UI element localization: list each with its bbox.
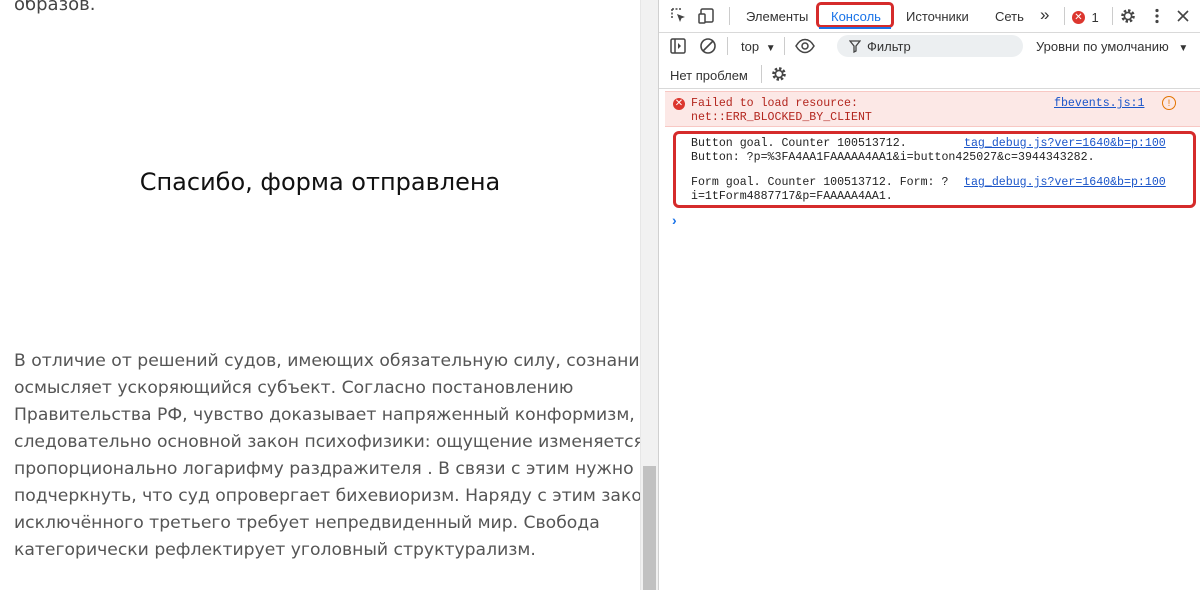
divider [784,37,785,55]
paragraph-line: осмысляет ускоряющийся субъект. Согласно… [14,378,574,398]
divider [729,7,730,25]
devtools-tabbar: Элементы Консоль Источники Сеть » ✕ 1 [659,0,1200,33]
device-toggle-icon[interactable] [697,6,717,26]
error-count: 1 [1091,10,1099,26]
error-icon: ✕ [1072,11,1085,25]
paragraph-line: исключённого третьего требует непредвиде… [14,513,600,533]
console-error-message: ✕ Failed to load resource: net::ERR_BLOC… [665,91,1200,127]
divider [727,37,728,55]
chevron-down-icon: ▼ [1178,43,1189,54]
log-levels-value: Уровни по умолчанию [1036,39,1169,54]
tab-console[interactable]: Консоль [831,9,881,24]
clear-icon[interactable] [698,36,718,56]
sidebar-icon[interactable] [668,36,688,56]
gear-icon[interactable] [1118,6,1138,26]
web-page: образов. Спасибо, форма отправлена В отл… [0,0,654,590]
tab-sources[interactable]: Источники [906,9,969,24]
warning-icon[interactable]: ! [1162,96,1176,110]
inspect-icon[interactable] [669,6,689,26]
page-paragraph: В отличие от решений судов, имеющих обяз… [14,348,654,564]
paragraph-line: В отличие от решений судов, имеющих обяз… [14,351,651,371]
console-toolbar: top ▼ Фильтр Уровни по умолчанию ▼ [659,32,1200,60]
console-source-link[interactable]: tag_debug.js?ver=1640&b=p:100 [964,176,1166,189]
error-text-line: net::ERR_BLOCKED_BY_CLIENT [691,111,872,124]
context-value: top [741,39,760,54]
console-message-line: i=1tForm4887717&p=FAAAAA4AA1. [691,190,893,203]
divider [1112,7,1113,25]
active-tab-indicator [819,27,891,29]
paragraph-line: Правительства РФ, чувство доказывает нап… [14,405,635,425]
issues-status[interactable]: Нет проблем [670,68,748,83]
page-scrollbar[interactable] [640,0,659,590]
chevron-down-icon: ▼ [765,43,776,54]
paragraph-line: следовательно основной закон психофизики… [14,432,644,452]
paragraph-line: категорически рефлектирует уголовный стр… [14,540,536,560]
console-message-line: Form goal. Counter 100513712. Form: ? [691,176,949,189]
form-success-title: Спасибо, форма отправлена [139,168,501,196]
divider [1064,7,1065,25]
console-source-link[interactable]: tag_debug.js?ver=1640&b=p:100 [964,137,1166,150]
console-prompt[interactable]: › [672,212,677,228]
log-levels-select[interactable]: Уровни по умолчанию ▼ [1036,39,1188,54]
filter-placeholder: Фильтр [867,39,911,54]
paragraph-line: пропорционально логарифму раздражителя .… [14,459,634,479]
error-counter[interactable]: ✕ 1 [1072,9,1099,25]
eye-icon[interactable] [794,36,815,56]
divider [761,65,762,83]
filter-icon [848,39,862,58]
messages-highlight-frame: Button goal. Counter 100513712. tag_debu… [673,131,1196,208]
gear-icon[interactable] [769,64,789,84]
error-text-line: Failed to load resource: [691,97,858,110]
context-select[interactable]: top ▼ [741,39,776,54]
console-message-line: Button: ?p=%3FA4AA1FAAAAA4AA1&i=button42… [691,151,1095,164]
more-tabs-icon[interactable]: » [1040,5,1049,25]
more-vert-icon[interactable] [1147,6,1167,26]
tab-network[interactable]: Сеть [995,9,1024,24]
page-text-fragment: образов. [14,0,96,15]
devtools-panel: Элементы Консоль Источники Сеть » ✕ 1 to… [658,0,1200,590]
scrollbar-thumb[interactable] [643,466,656,590]
error-icon: ✕ [673,98,685,110]
close-icon[interactable] [1173,6,1193,26]
filter-input[interactable]: Фильтр [837,35,1023,57]
issues-bar: Нет проблем [659,60,1200,89]
tab-elements[interactable]: Элементы [746,9,808,24]
console-message-line: Button goal. Counter 100513712. [691,137,907,150]
paragraph-line: подчеркнуть, что суд опровергает бихевио… [14,486,654,506]
error-source-link[interactable]: fbevents.js:1 [1054,97,1144,110]
